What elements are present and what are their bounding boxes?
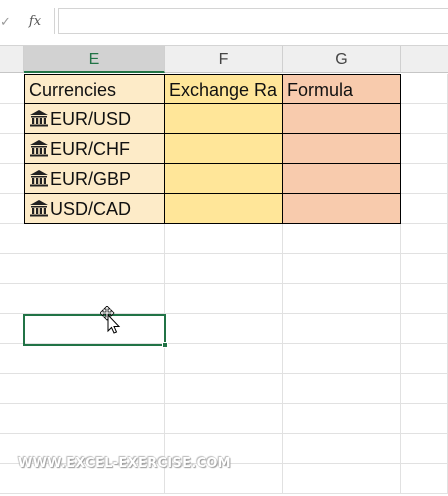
bank-building-icon [30, 110, 48, 127]
empty-cell[interactable] [283, 464, 401, 494]
column-header-h[interactable] [401, 46, 448, 73]
empty-cell[interactable] [401, 194, 448, 224]
active-cell-selection[interactable] [23, 314, 166, 346]
empty-cell[interactable] [401, 254, 448, 284]
exchange-rate-cell[interactable] [165, 104, 283, 134]
column-header-f[interactable]: F [165, 46, 283, 73]
formula-bar-divider [54, 8, 55, 34]
empty-cell[interactable] [165, 224, 283, 254]
empty-cell[interactable] [401, 314, 448, 344]
header-currencies[interactable]: Currencies [24, 74, 165, 104]
empty-cell[interactable] [401, 344, 448, 374]
row-header[interactable] [0, 134, 24, 164]
formula-input[interactable] [58, 8, 448, 34]
empty-cell[interactable] [283, 434, 401, 464]
empty-cell[interactable] [165, 344, 283, 374]
column-header-e[interactable]: E [24, 46, 165, 73]
empty-cell[interactable] [283, 314, 401, 344]
empty-row [0, 224, 448, 254]
empty-cell[interactable] [24, 404, 165, 434]
empty-cell[interactable] [401, 134, 448, 164]
currency-cell[interactable]: EUR/CHF [24, 134, 165, 164]
formula-cell[interactable] [283, 164, 401, 194]
currency-label: EUR/CHF [50, 139, 130, 159]
table-row: EUR/USD [0, 104, 448, 134]
row-header[interactable] [0, 344, 24, 374]
formula-cell[interactable] [283, 104, 401, 134]
empty-row [0, 344, 448, 374]
currency-label: EUR/USD [50, 109, 132, 129]
row-header[interactable] [0, 164, 24, 194]
formula-cell[interactable] [283, 134, 401, 164]
watermark-text: WWW.EXCEL-EXERCISE.COM [18, 456, 231, 471]
empty-cell[interactable] [283, 254, 401, 284]
empty-cell[interactable] [401, 464, 448, 494]
empty-cell[interactable] [401, 284, 448, 314]
bank-building-icon [30, 200, 48, 217]
formula-cell[interactable] [283, 194, 401, 224]
empty-cell[interactable] [165, 284, 283, 314]
worksheet-grid[interactable]: E F G Currencies Exchange Ra Formula EUR… [0, 46, 448, 496]
empty-cell[interactable] [24, 284, 165, 314]
empty-cell[interactable] [165, 404, 283, 434]
table-header-row: Currencies Exchange Ra Formula [0, 74, 448, 104]
column-header-g[interactable]: G [283, 46, 401, 73]
empty-cell[interactable] [401, 164, 448, 194]
row-header[interactable] [0, 74, 24, 104]
empty-cell[interactable] [401, 74, 448, 104]
row-header[interactable] [0, 314, 24, 344]
empty-cell[interactable] [283, 374, 401, 404]
empty-cell[interactable] [283, 344, 401, 374]
empty-cell[interactable] [283, 224, 401, 254]
row-header[interactable] [0, 284, 24, 314]
empty-cell[interactable] [401, 224, 448, 254]
bank-building-icon [30, 140, 48, 157]
move-pointer-icon [100, 306, 121, 334]
row-header[interactable] [0, 374, 24, 404]
empty-cell[interactable] [401, 434, 448, 464]
empty-row [0, 254, 448, 284]
empty-cell[interactable] [401, 404, 448, 434]
exchange-rate-cell[interactable] [165, 164, 283, 194]
exchange-rate-cell[interactable] [165, 194, 283, 224]
insert-function-icon[interactable]: fx [22, 12, 48, 32]
empty-cell[interactable] [283, 404, 401, 434]
table-row: USD/CAD [0, 194, 448, 224]
empty-cell[interactable] [24, 344, 165, 374]
bank-building-icon [30, 170, 48, 187]
fill-handle[interactable] [162, 342, 168, 348]
empty-row [0, 374, 448, 404]
enter-check-icon[interactable]: ✓ [0, 12, 11, 32]
empty-row [0, 404, 448, 434]
table-row: EUR/CHF [0, 134, 448, 164]
row-header[interactable] [0, 224, 24, 254]
empty-cell[interactable] [24, 254, 165, 284]
empty-cell[interactable] [401, 104, 448, 134]
row-header[interactable] [0, 404, 24, 434]
empty-cell[interactable] [165, 374, 283, 404]
currency-cell[interactable]: USD/CAD [24, 194, 165, 224]
table-row: EUR/GBP [0, 164, 448, 194]
empty-cell[interactable] [24, 224, 165, 254]
row-header[interactable] [0, 194, 24, 224]
header-formula[interactable]: Formula [283, 74, 401, 104]
exchange-rate-cell[interactable] [165, 134, 283, 164]
empty-cell[interactable] [24, 374, 165, 404]
empty-cell[interactable] [401, 374, 448, 404]
currency-cell[interactable]: EUR/GBP [24, 164, 165, 194]
row-header[interactable] [0, 254, 24, 284]
empty-cell[interactable] [165, 254, 283, 284]
currency-label: EUR/GBP [50, 169, 132, 189]
currency-cell[interactable]: EUR/USD [24, 104, 165, 134]
empty-cell[interactable] [283, 284, 401, 314]
row-header[interactable] [0, 104, 24, 134]
empty-row [0, 284, 448, 314]
formula-bar: ✓ fx [0, 0, 448, 46]
empty-cell[interactable] [165, 314, 283, 344]
header-exchange-rate[interactable]: Exchange Ra [165, 74, 283, 104]
currency-label: USD/CAD [50, 199, 132, 219]
select-all-corner[interactable] [0, 46, 24, 73]
